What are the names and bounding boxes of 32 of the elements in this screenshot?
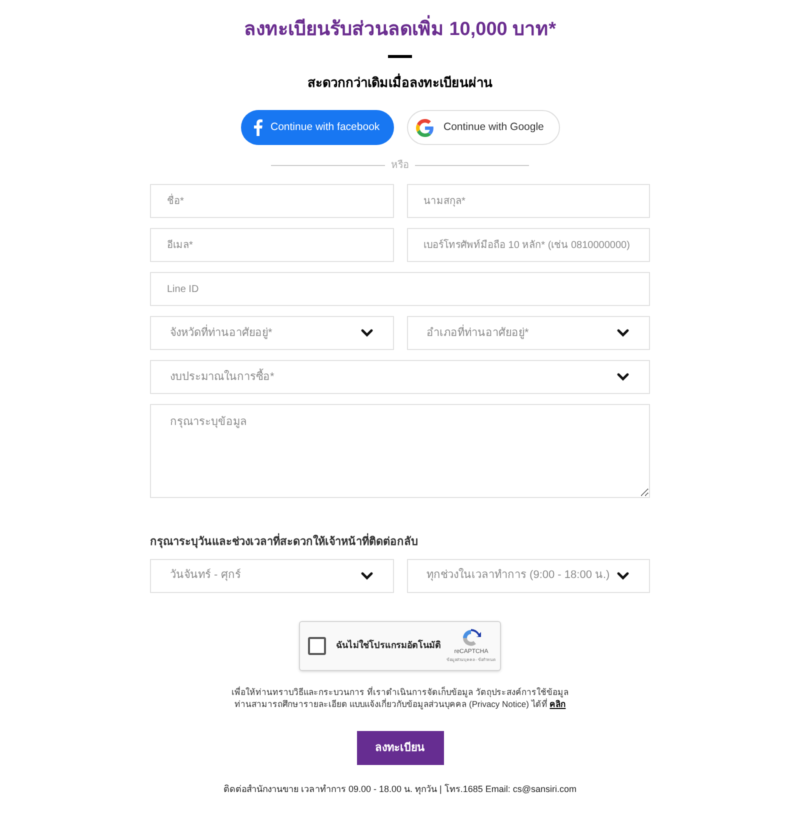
text-field[interactable]: เบอร์โทรศัพท์มือถือ 10 หลัก* (เช่น 0810000000) — [406, 228, 650, 262]
select-field[interactable]: งบประมาณในการซื้อ* — [150, 360, 650, 394]
select-field[interactable]: วันจันทร์ - ศุกร์ — [150, 558, 394, 592]
google-login-button[interactable]: Continue with Google — [406, 110, 560, 145]
select-field[interactable]: ทุกช่วงในเวลาทำการ (9:00 - 18:00 น.) — [406, 558, 650, 592]
subtitle: สะดวกกว่าเดิมเมื่อลงทะเบียนผ่าน — [308, 72, 492, 92]
select-field[interactable]: จังหวัดที่ท่านอาศัยอยู่* — [150, 316, 394, 350]
message-field[interactable]: กรุณาระบุข้อมูล — [150, 404, 650, 498]
contact-footer: ติดต่อสำนักงานขาย เวลาทำการ 09.00 - 18.00 น. ทุกวัน | โทร.1685 Email: cs@sansiri.com — [223, 783, 577, 796]
facebook-icon — [252, 119, 262, 136]
chevron-down-icon — [617, 572, 629, 580]
callback-label: กรุณาระบุวันและช่วงเวลาที่สะดวกให้เจ้าหน้าที่ติดต่อกลับ — [150, 534, 650, 550]
privacy-link[interactable]: คลิก — [550, 699, 566, 710]
text-field[interactable]: อีเมล* — [150, 228, 394, 262]
chevron-down-icon — [617, 373, 629, 381]
chevron-down-icon — [360, 329, 372, 337]
register-button[interactable]: ลงทะเบียน — [356, 731, 444, 765]
captcha-checkbox[interactable] — [308, 636, 326, 654]
chevron-down-icon — [617, 329, 629, 337]
recaptcha-logo-icon — [461, 628, 482, 648]
text-field[interactable]: Line ID — [150, 272, 650, 306]
chevron-down-icon — [360, 572, 372, 580]
privacy-notice-line: เพื่อให้ท่านทราบวิธีและกระบวนการ ที่เราดำเนินการจัดเก็บข้อมูล วัตถุประสงค์การใช้ข้อมูล — [232, 686, 568, 698]
page-title: ลงทะเบียนรับส่วนลดเพิ่ม 10,000 บาท* — [244, 16, 556, 44]
text-field[interactable]: นามสกุล* — [406, 184, 650, 218]
facebook-login-button[interactable]: Continue with facebook — [240, 110, 394, 145]
captcha-label: ฉันไม่ใช่โปรแกรมอัตโนมัติ — [336, 638, 442, 652]
divider-label: หรือ — [391, 158, 409, 173]
text-field[interactable]: ชื่อ* — [150, 184, 394, 218]
privacy-notice-line: ท่านสามารถศึกษารายละเอียด แบบแจ้งเกี่ยวกับข้อมูลส่วนบุคคล (Privacy Notice) ได้ที่ คลิก — [234, 698, 566, 711]
select-field[interactable]: อำเภอที่ท่านอาศัยอยู่* — [406, 316, 650, 350]
google-icon — [416, 118, 434, 136]
